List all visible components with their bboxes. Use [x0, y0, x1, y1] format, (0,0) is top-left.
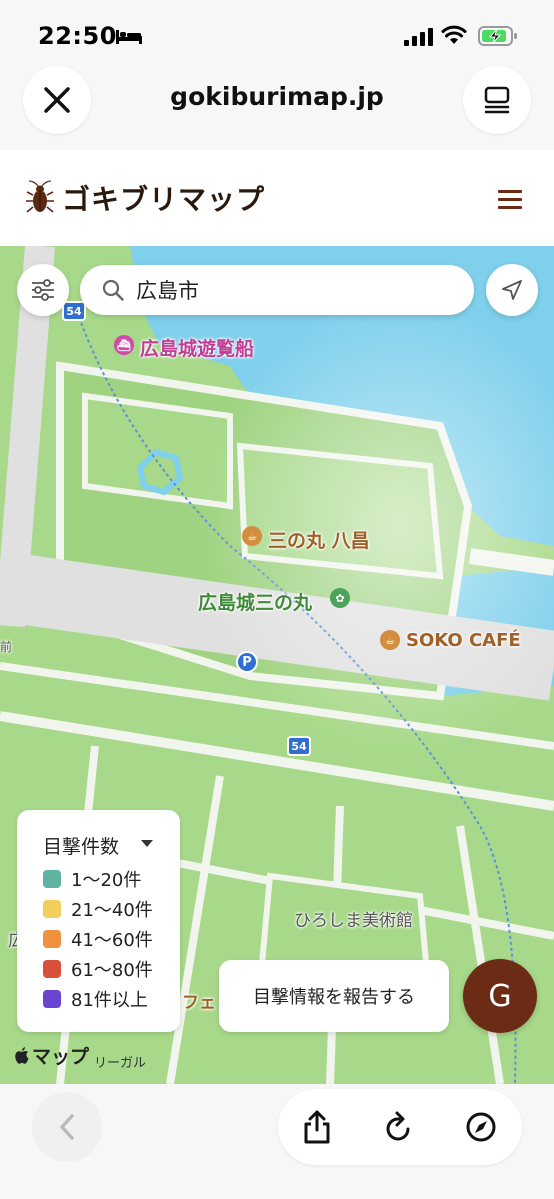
tabs-button[interactable] — [463, 66, 531, 134]
cellular-signal-icon — [404, 28, 433, 46]
reload-icon — [386, 1111, 410, 1141]
legend-item-label: 81件以上 — [71, 990, 148, 1011]
legend-item-label: 61〜80件 — [71, 960, 153, 981]
reader-view-icon — [484, 86, 510, 114]
share-icon — [304, 1110, 330, 1144]
compass-button[interactable] — [463, 1109, 499, 1145]
sleep-focus-icon — [116, 30, 142, 44]
legend-panel[interactable]: 目撃件数 1〜20件 21〜40件 41〜60件 61〜80件 81件以上 — [17, 810, 180, 1032]
browser-bar: gokiburimap.jp — [0, 64, 554, 150]
legend-swatch — [43, 930, 61, 948]
search-input[interactable] — [136, 274, 456, 306]
park-poi-label[interactable]: 広島城三の丸 — [198, 588, 312, 615]
wifi-icon — [441, 25, 467, 44]
legend-swatch — [43, 960, 61, 978]
boat-poi-icon[interactable]: ⛴ — [114, 335, 134, 355]
filter-button[interactable] — [17, 264, 69, 316]
park-poi-icon[interactable]: ✿ — [330, 588, 350, 608]
search-bar[interactable] — [80, 265, 474, 315]
boat-poi-label[interactable]: 広島城遊覧船 — [140, 334, 254, 361]
user-avatar-button[interactable]: G — [463, 959, 537, 1033]
battery-charging-icon — [478, 26, 517, 46]
legend-swatch — [43, 990, 61, 1008]
screen: 22:50 gokiburimap.jp ゴキブリマップ 54 54 P ⛴ 広… — [0, 0, 554, 1199]
legend-item: 61〜80件 — [43, 958, 153, 981]
share-button[interactable] — [299, 1109, 335, 1145]
cafe-poi-label[interactable]: SOKO CAFÉ — [406, 630, 521, 651]
reload-button[interactable] — [381, 1109, 417, 1145]
browser-toolbar — [0, 1084, 554, 1199]
cockroach-logo-icon[interactable] — [26, 180, 54, 216]
chevron-down-icon[interactable] — [141, 840, 153, 847]
legend-item: 41〜60件 — [43, 928, 153, 951]
route-54-shield: 54 — [62, 301, 86, 321]
legend-item-label: 41〜60件 — [71, 930, 153, 951]
legend-item-label: 1〜20件 — [71, 870, 142, 891]
restaurant-poi-label[interactable]: 三の丸 八昌 — [268, 526, 370, 553]
legend-item: 21〜40件 — [43, 898, 153, 921]
site-title[interactable]: ゴキブリマップ — [62, 178, 265, 218]
status-time: 22:50 — [38, 22, 117, 50]
apple-logo-icon — [15, 1047, 29, 1064]
parking-icon[interactable]: P — [236, 651, 258, 673]
edge-street-label: 前 — [0, 640, 13, 654]
hamburger-line — [498, 190, 522, 193]
legend-item: 1〜20件 — [43, 868, 142, 891]
restaurant-poi-icon[interactable]: ☕ — [242, 526, 262, 546]
site-header: ゴキブリマップ — [0, 150, 554, 246]
hamburger-line — [498, 198, 522, 201]
toolbar-actions — [278, 1089, 522, 1165]
maps-wordmark: マップ — [32, 1046, 90, 1068]
museum-label[interactable]: ひろしま美術館 — [294, 906, 413, 931]
partial-cafe-label: フェ — [182, 993, 216, 1013]
legend-swatch — [43, 900, 61, 918]
route-54-shield: 54 — [287, 736, 311, 756]
legend-item-label: 21〜40件 — [71, 900, 153, 921]
hamburger-line — [498, 206, 522, 209]
back-button[interactable] — [32, 1092, 102, 1162]
report-sighting-button[interactable]: 目撃情報を報告する — [219, 960, 449, 1032]
legend-title[interactable]: 目撃件数 — [43, 832, 119, 859]
legal-link[interactable]: リーガル — [94, 1052, 146, 1071]
cafe-poi-icon[interactable]: ☕ — [380, 630, 400, 650]
chevron-left-icon — [60, 1114, 74, 1140]
apple-maps-logo[interactable]: マップ — [14, 1042, 89, 1069]
sliders-icon — [32, 279, 54, 301]
locate-me-button[interactable] — [486, 264, 538, 316]
legend-item: 81件以上 — [43, 988, 148, 1011]
location-arrow-icon — [502, 280, 522, 300]
menu-button[interactable] — [498, 190, 522, 210]
compass-icon — [466, 1112, 496, 1142]
legend-swatch — [43, 870, 61, 888]
status-bar: 22:50 — [0, 0, 554, 64]
search-icon — [102, 279, 124, 301]
